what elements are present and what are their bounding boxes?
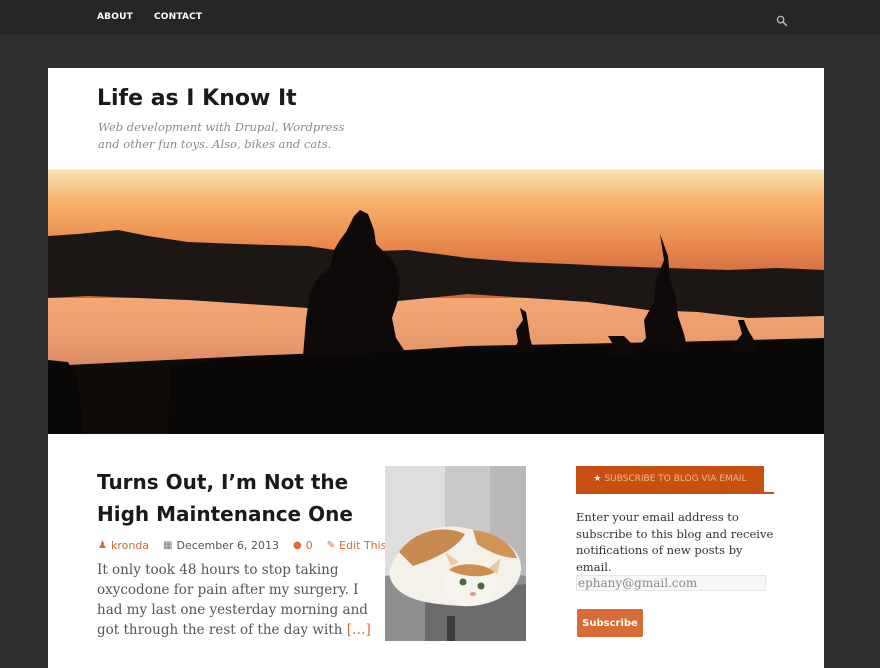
site-title[interactable]: Life as I Know It bbox=[97, 86, 297, 111]
top-bar: ABOUT CONTACT bbox=[0, 0, 880, 35]
post-thumbnail[interactable] bbox=[385, 466, 526, 641]
email-field[interactable] bbox=[576, 575, 766, 591]
post-meta: ♟ kronda ▦ December 6, 2013 ● 0 ✎ Edit T… bbox=[98, 539, 386, 552]
nav-item-contact[interactable]: CONTACT bbox=[154, 12, 202, 22]
subscribe-widget-title-text: SUBSCRIBE TO BLOG VIA EMAIL bbox=[604, 474, 747, 484]
top-navigation: ABOUT CONTACT bbox=[97, 12, 202, 22]
post-excerpt-text: It only took 48 hours to stop taking oxy… bbox=[97, 562, 368, 638]
calendar-icon: ▦ bbox=[163, 540, 173, 551]
subscribe-description: Enter your email address to subscribe to… bbox=[576, 510, 774, 574]
header-image bbox=[48, 170, 824, 434]
subscribe-button[interactable]: Subscribe bbox=[577, 609, 643, 637]
search-icon[interactable] bbox=[776, 12, 788, 27]
read-more-link[interactable]: […] bbox=[347, 622, 371, 638]
author-icon: ♟ bbox=[98, 540, 107, 551]
post-comments-link[interactable]: 0 bbox=[306, 539, 313, 552]
post-excerpt: It only took 48 hours to stop taking oxy… bbox=[97, 560, 375, 640]
comment-icon: ● bbox=[293, 540, 302, 551]
post-title[interactable]: Turns Out, I’m Not the High Maintenance … bbox=[97, 466, 357, 530]
widget-title-rule bbox=[576, 492, 774, 494]
subscribe-widget-title: ★ SUBSCRIBE TO BLOG VIA EMAIL bbox=[576, 466, 764, 492]
page-container: Life as I Know It Web development with D… bbox=[48, 68, 824, 668]
site-tagline: Web development with Drupal, Wordpress a… bbox=[98, 120, 345, 151]
post-date: December 6, 2013 bbox=[176, 539, 280, 552]
nav-item-about[interactable]: ABOUT bbox=[97, 12, 133, 22]
edit-post-link[interactable]: Edit This bbox=[339, 539, 386, 552]
pencil-icon: ✎ bbox=[326, 540, 336, 551]
post-author-link[interactable]: kronda bbox=[111, 539, 149, 552]
star-icon: ★ bbox=[593, 474, 602, 484]
